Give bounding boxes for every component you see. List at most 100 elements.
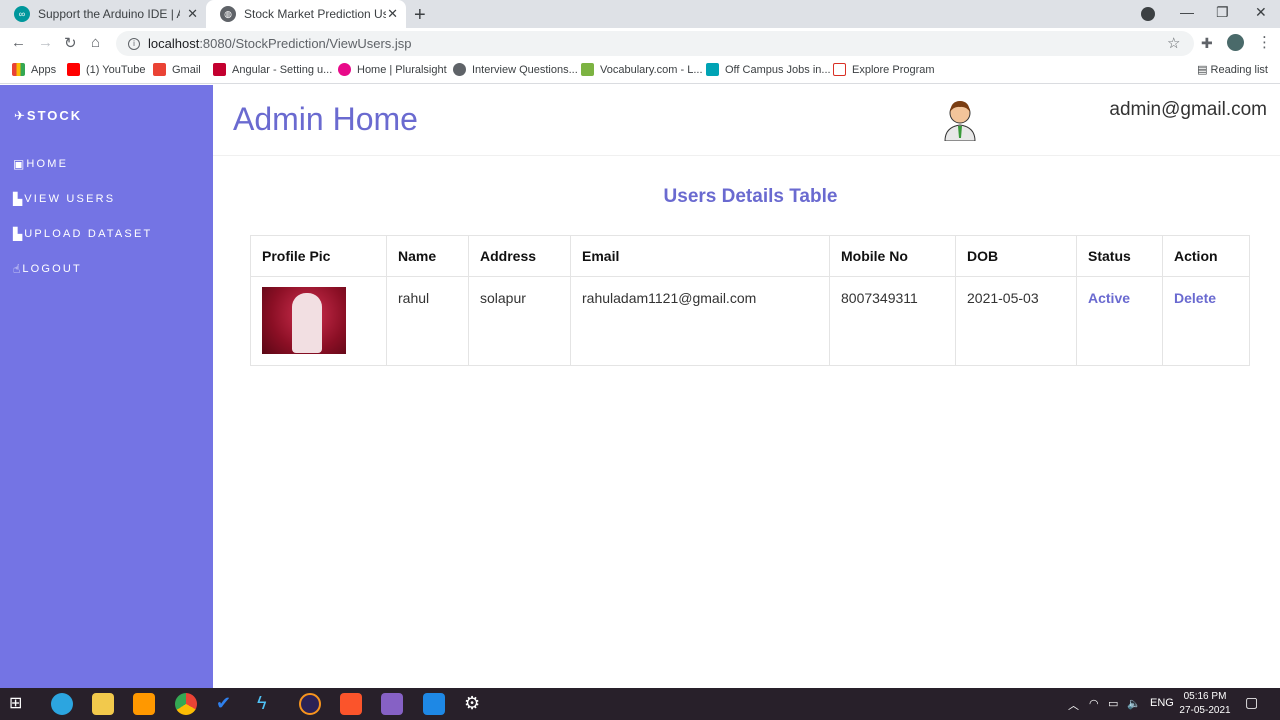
tab-search-icon[interactable] bbox=[1141, 7, 1155, 21]
forward-icon[interactable]: → bbox=[38, 34, 53, 51]
profile-pic-cell bbox=[250, 276, 387, 366]
table-title: Users Details Table bbox=[663, 186, 838, 207]
bookmark-label: Gmail bbox=[172, 63, 201, 76]
column-header: DOB bbox=[955, 235, 1077, 277]
settings-gear-icon[interactable]: ⚙ bbox=[464, 693, 486, 715]
back-icon[interactable]: ← bbox=[11, 34, 26, 51]
close-tab-icon[interactable]: ✕ bbox=[187, 6, 198, 22]
sidebar: ✈STOCK ▣ HOME ▙ VIEW USERS ▙ UPLOAD DATASET… bbox=[0, 85, 213, 688]
bookmarks-bar: Apps (1) YouTube Gmail Angular - Setting… bbox=[0, 58, 1280, 84]
clock-date: 27-05-2021 bbox=[1179, 705, 1231, 716]
delete-link[interactable]: Delete bbox=[1162, 276, 1250, 366]
calendar-icon: ▣ bbox=[13, 157, 25, 171]
bookmark-apps[interactable]: Apps bbox=[12, 63, 56, 76]
tab-title: Support the Arduino IDE | Arduino bbox=[38, 7, 180, 21]
user-avatar-icon[interactable] bbox=[942, 97, 978, 141]
url-path: :8080/StockPrediction/ViewUsers.jsp bbox=[199, 36, 412, 51]
close-tab-icon[interactable]: ✕ bbox=[387, 6, 398, 22]
sidebar-item-home[interactable]: ▣ HOME bbox=[13, 157, 68, 171]
bookmark-gmail[interactable]: Gmail bbox=[153, 63, 201, 76]
home-icon[interactable]: ⌂ bbox=[91, 34, 100, 51]
notifications-icon[interactable]: ▢ bbox=[1245, 694, 1258, 711]
globe-icon bbox=[453, 63, 466, 76]
file-explorer-icon[interactable] bbox=[92, 693, 114, 715]
extensions-icon[interactable]: ✚ bbox=[1201, 35, 1213, 52]
bar-chart-icon: ▙ bbox=[13, 227, 23, 241]
solitaire-icon[interactable] bbox=[423, 693, 445, 715]
bookmark-explore[interactable]: Explore Program bbox=[833, 63, 935, 76]
sidebar-item-logout[interactable]: ☝ LOGOUT bbox=[13, 262, 82, 276]
chrome-icon[interactable] bbox=[175, 693, 197, 715]
minimize-button[interactable]: — bbox=[1180, 4, 1194, 20]
language-indicator[interactable]: ENG bbox=[1150, 697, 1174, 709]
bookmark-label: Interview Questions... bbox=[472, 63, 578, 76]
brave-icon[interactable] bbox=[340, 693, 362, 715]
globe-icon: ◍ bbox=[220, 6, 236, 22]
apps-grid-icon bbox=[12, 63, 25, 76]
brand-logo[interactable]: ✈STOCK bbox=[14, 108, 82, 124]
bookmark-label: Angular - Setting u... bbox=[232, 63, 333, 76]
offcampus-icon bbox=[706, 63, 719, 76]
windows-start-icon[interactable]: ⊞ bbox=[9, 693, 31, 715]
sidebar-item-label: LOGOUT bbox=[22, 263, 82, 275]
wifi-icon[interactable]: ◠ bbox=[1089, 697, 1099, 710]
column-header: Action bbox=[1162, 235, 1250, 277]
sidebar-item-label: VIEW USERS bbox=[24, 193, 116, 205]
mobile-cell: 8007349311 bbox=[829, 276, 956, 366]
browser-tab-strip: ∞ Support the Arduino IDE | Arduino ✕ ◍ … bbox=[0, 0, 1280, 28]
status-link[interactable]: Active bbox=[1076, 276, 1163, 366]
bar-chart-icon: ▙ bbox=[13, 192, 23, 206]
bookmark-pluralsight[interactable]: Home | Pluralsight bbox=[338, 63, 447, 76]
telegram-icon[interactable] bbox=[51, 693, 73, 715]
bookmark-label: Explore Program bbox=[852, 63, 935, 76]
vocabulary-icon bbox=[581, 63, 594, 76]
reload-icon[interactable]: ↻ bbox=[64, 34, 77, 52]
gmail-icon bbox=[153, 63, 166, 76]
brand-label: STOCK bbox=[26, 108, 83, 123]
browser-tab-arduino[interactable]: ∞ Support the Arduino IDE | Arduino ✕ bbox=[0, 0, 206, 28]
table-header-row: Profile Pic Name Address Email Mobile No… bbox=[250, 235, 1250, 277]
page-header: Admin Home admin@gmail.com bbox=[213, 85, 1280, 156]
profile-picture bbox=[262, 287, 346, 354]
clock-time: 05:16 PM bbox=[1183, 691, 1227, 702]
bookmark-offcampus[interactable]: Off Campus Jobs in... bbox=[706, 63, 831, 76]
tcs-icon bbox=[833, 63, 846, 76]
menu-kebab-icon[interactable]: ⋮ bbox=[1257, 33, 1272, 51]
page-title: Admin Home bbox=[233, 101, 418, 137]
reading-list-button[interactable]: ▤ Reading list bbox=[1197, 63, 1268, 76]
site-info-icon[interactable]: i bbox=[128, 37, 140, 50]
lightning-icon[interactable]: ϟ bbox=[257, 693, 279, 715]
sidebar-item-label: UPLOAD DATASET bbox=[24, 228, 153, 240]
sidebar-item-view-users[interactable]: ▙ VIEW USERS bbox=[13, 192, 115, 206]
column-header: Profile Pic bbox=[250, 235, 387, 277]
bookmark-angular[interactable]: Angular - Setting u... bbox=[213, 63, 332, 76]
address-cell: solapur bbox=[468, 276, 571, 366]
visual-studio-icon[interactable] bbox=[381, 693, 403, 715]
show-hidden-icons[interactable]: ︿ bbox=[1068, 697, 1079, 713]
reading-list-icon: ▤ bbox=[1197, 64, 1211, 76]
close-window-button[interactable]: ✕ bbox=[1255, 4, 1267, 21]
profile-avatar[interactable] bbox=[1227, 34, 1244, 51]
arduino-icon: ∞ bbox=[14, 6, 30, 22]
windows-taskbar: ⊞ ✔ ϟ ⚙ ︿ ◠ ▭ 🔈 ENG 05:16 PM 27-05-2021 … bbox=[0, 688, 1280, 720]
sidebar-item-upload-dataset[interactable]: ▙ UPLOAD DATASET bbox=[13, 227, 152, 241]
restore-button[interactable]: ❐ bbox=[1216, 4, 1229, 21]
bookmark-interview[interactable]: Interview Questions... bbox=[453, 63, 578, 76]
clock[interactable]: 05:16 PM 27-05-2021 bbox=[1176, 690, 1234, 718]
column-header: Mobile No bbox=[829, 235, 956, 277]
bookmark-vocabulary[interactable]: Vocabulary.com - L... bbox=[581, 63, 703, 76]
bookmark-youtube[interactable]: (1) YouTube bbox=[67, 63, 146, 76]
rocket-icon: ✈ bbox=[14, 108, 27, 123]
battery-icon[interactable]: ▭ bbox=[1108, 697, 1118, 710]
sublime-text-icon[interactable] bbox=[133, 693, 155, 715]
todo-icon[interactable]: ✔ bbox=[216, 693, 238, 715]
bookmark-label: Home | Pluralsight bbox=[357, 63, 447, 76]
address-bar[interactable]: i localhost:8080/StockPrediction/ViewUse… bbox=[116, 31, 1194, 56]
column-header: Email bbox=[570, 235, 830, 277]
volume-icon[interactable]: 🔈 bbox=[1127, 697, 1141, 710]
eclipse-icon[interactable] bbox=[299, 693, 321, 715]
browser-tab-stock[interactable]: ◍ Stock Market Prediction Using Ma ✕ bbox=[206, 0, 406, 28]
bookmark-label: Vocabulary.com - L... bbox=[600, 63, 703, 76]
new-tab-button[interactable]: + bbox=[414, 4, 426, 27]
bookmark-star-icon[interactable]: ☆ bbox=[1167, 34, 1180, 52]
